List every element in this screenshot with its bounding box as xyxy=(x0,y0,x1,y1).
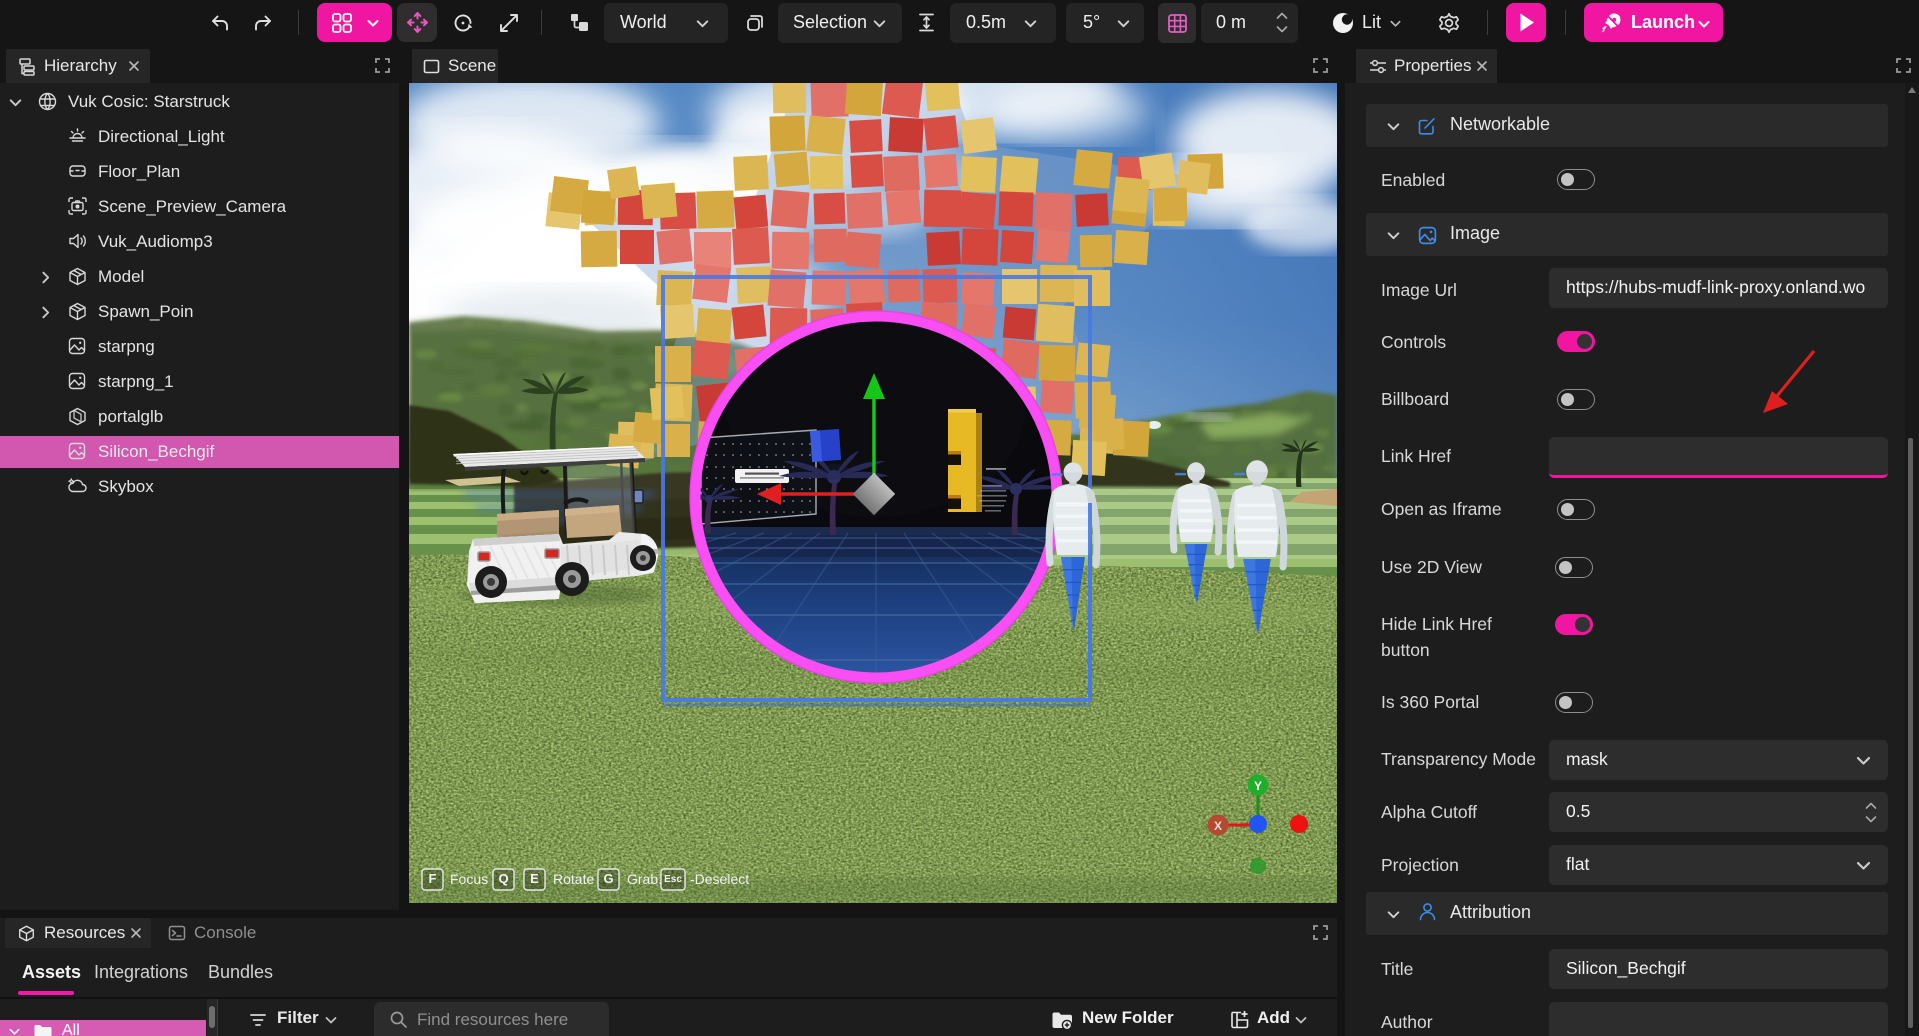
svg-text:X: X xyxy=(1214,819,1222,833)
svg-text:Grab.: Grab. xyxy=(627,871,662,887)
svg-text:Q: Q xyxy=(498,871,508,886)
svg-text:-Deselect: -Deselect xyxy=(690,871,749,887)
svg-text:Esc: Esc xyxy=(664,874,682,885)
svg-text:Rotate: Rotate xyxy=(553,871,594,887)
svg-text:G: G xyxy=(603,871,613,886)
svg-text:F: F xyxy=(429,871,437,886)
svg-text:Y: Y xyxy=(1254,779,1262,793)
svg-text:E: E xyxy=(530,871,539,886)
svg-text:Focus: Focus xyxy=(450,871,488,887)
